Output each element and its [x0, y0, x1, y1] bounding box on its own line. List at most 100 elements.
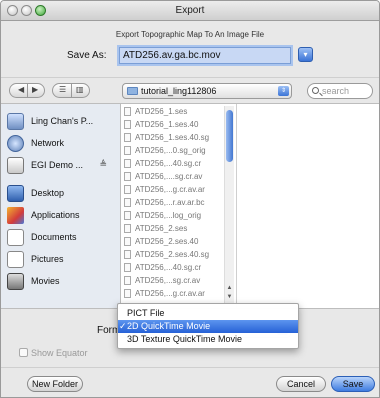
- sidebar-item-egi-demo[interactable]: EGI Demo ... ≜: [7, 156, 117, 176]
- file-item[interactable]: ATD256,...r.av.ar.bc: [124, 197, 224, 209]
- document-icon: [124, 289, 131, 298]
- file-item[interactable]: ATD256,...0.sg_orig: [124, 145, 224, 157]
- sidebar: Ling Chan's P... Network EGI Demo ... ≜ …: [1, 104, 121, 308]
- back-arrow-icon[interactable]: ◀: [18, 85, 24, 94]
- document-icon: [124, 276, 131, 285]
- popup-arrows-icon: ⇕: [278, 86, 289, 96]
- document-icon: [124, 133, 131, 142]
- document-icon: [124, 185, 131, 194]
- network-icon: [7, 135, 24, 152]
- file-item[interactable]: ATD256,....sg.cr.av: [124, 171, 224, 183]
- new-folder-button[interactable]: New Folder: [27, 376, 83, 392]
- sidebar-item-pictures[interactable]: Pictures: [7, 250, 117, 270]
- sidebar-item-label: Documents: [31, 232, 77, 242]
- title-bar: Export: [1, 1, 379, 21]
- file-item[interactable]: ATD256_2.ses: [124, 223, 224, 235]
- location-label: tutorial_ling112806: [141, 86, 217, 96]
- file-browser: Ling Chan's P... Network EGI Demo ... ≜ …: [1, 103, 379, 309]
- file-item[interactable]: ATD256_2.ses.40.sg: [124, 249, 224, 261]
- empty-column: [238, 104, 379, 308]
- sidebar-item-computer[interactable]: Ling Chan's P...: [7, 112, 117, 132]
- document-icon: [124, 146, 131, 155]
- search-field[interactable]: search: [307, 83, 373, 99]
- navigation-toolbar: ◀ ▶ ☰ ▥ tutorial_ling112806 ⇕ search: [1, 77, 379, 103]
- menu-item-label: 2D QuickTime Movie: [127, 321, 211, 331]
- save-as-input[interactable]: ATD256.av.ga.bc.mov: [119, 47, 291, 64]
- cancel-button[interactable]: Cancel: [276, 376, 326, 392]
- location-popup[interactable]: tutorial_ling112806 ⇕: [122, 83, 292, 99]
- list-view-icon[interactable]: ☰: [59, 85, 66, 94]
- file-list-scrollbar[interactable]: ▲ ▼: [224, 106, 234, 306]
- document-icon: [124, 198, 131, 207]
- save-button[interactable]: Save: [331, 376, 375, 392]
- computer-icon: [7, 113, 24, 130]
- document-icon: [124, 172, 131, 181]
- document-icon: [124, 250, 131, 259]
- checkmark-icon: ✓: [119, 321, 127, 331]
- file-item[interactable]: ATD256,...40.sg.cr: [124, 158, 224, 170]
- save-as-label: Save As:: [67, 50, 107, 61]
- pictures-icon: [7, 251, 24, 268]
- menu-item-3d-texture-quicktime-movie[interactable]: 3D Texture QuickTime Movie: [118, 333, 298, 346]
- sidebar-item-label: Network: [31, 138, 65, 148]
- document-icon: [124, 224, 131, 233]
- movies-icon: [7, 273, 24, 290]
- show-equator-option[interactable]: Show Equator: [19, 348, 88, 358]
- menu-item-label: PICT File: [127, 308, 165, 318]
- file-item[interactable]: ATD256,...40.sg.cr: [124, 262, 224, 274]
- show-equator-checkbox[interactable]: [19, 348, 28, 357]
- file-item[interactable]: ATD256,...sg.cr.av: [124, 275, 224, 287]
- scrollbar-thumb[interactable]: [226, 110, 233, 162]
- dialog-footer: New Folder Cancel Save: [1, 367, 379, 397]
- file-item[interactable]: ATD256_1.ses.40: [124, 119, 224, 131]
- sidebar-item-applications[interactable]: Applications: [7, 206, 117, 226]
- file-item[interactable]: ATD256,...g.cr.av.ar: [124, 184, 224, 196]
- expand-dialog-button[interactable]: ▾: [298, 47, 313, 62]
- window-title: Export: [175, 5, 205, 16]
- sidebar-item-label: Pictures: [31, 254, 64, 264]
- document-icon: [124, 159, 131, 168]
- show-equator-label: Show Equator: [31, 348, 88, 358]
- search-icon: [312, 87, 319, 94]
- sidebar-item-documents[interactable]: Documents: [7, 228, 117, 248]
- sidebar-item-network[interactable]: Network: [7, 134, 117, 154]
- sidebar-item-label: Applications: [31, 210, 80, 220]
- save-as-panel: Export Topographic Map To An Image File …: [1, 22, 379, 77]
- folder-icon: [127, 87, 138, 95]
- search-placeholder: search: [322, 86, 350, 96]
- column-view-icon[interactable]: ▥: [76, 85, 84, 94]
- chevron-down-icon: ▾: [303, 50, 308, 59]
- file-list: ATD256_1.ses ATD256_1.ses.40 ATD256_1.se…: [122, 104, 237, 308]
- menu-item-pict-file[interactable]: PICT File: [118, 307, 298, 320]
- menu-item-label: 3D Texture QuickTime Movie: [127, 334, 243, 344]
- dialog-description: Export Topographic Map To An Image File: [115, 30, 265, 39]
- format-menu: PICT File ✓ 2D QuickTime Movie 3D Textur…: [117, 303, 299, 349]
- sidebar-item-label: EGI Demo ...: [31, 160, 84, 170]
- back-forward-control[interactable]: ◀ ▶: [9, 83, 45, 98]
- forward-arrow-icon[interactable]: ▶: [32, 85, 38, 94]
- menu-item-2d-quicktime-movie[interactable]: ✓ 2D QuickTime Movie: [118, 320, 298, 333]
- desktop-icon: [7, 185, 24, 202]
- export-dialog: Export Export Topographic Map To An Imag…: [0, 0, 380, 398]
- disk-icon: [7, 157, 24, 174]
- applications-icon: [7, 207, 24, 224]
- file-item[interactable]: ATD256,...g.cr.av.ar: [124, 288, 224, 300]
- document-icon: [124, 211, 131, 220]
- scroll-arrows-icon[interactable]: ▲ ▼: [226, 284, 233, 304]
- view-mode-control[interactable]: ☰ ▥: [52, 83, 90, 98]
- sidebar-item-label: Ling Chan's P...: [31, 116, 94, 126]
- document-icon: [124, 237, 131, 246]
- document-icon: [124, 107, 131, 116]
- sidebar-item-label: Movies: [31, 276, 60, 286]
- sidebar-item-movies[interactable]: Movies: [7, 272, 117, 292]
- document-icon: [124, 120, 131, 129]
- document-icon: [124, 263, 131, 272]
- file-item[interactable]: ATD256_2.ses.40: [124, 236, 224, 248]
- file-item[interactable]: ATD256,...log_orig: [124, 210, 224, 222]
- documents-icon: [7, 229, 24, 246]
- sidebar-item-desktop[interactable]: Desktop: [7, 184, 117, 204]
- sidebar-item-label: Desktop: [31, 188, 65, 198]
- file-item[interactable]: ATD256_1.ses.40.sg: [124, 132, 224, 144]
- eject-icon[interactable]: ≜: [99, 159, 107, 170]
- file-item[interactable]: ATD256_1.ses: [124, 106, 224, 118]
